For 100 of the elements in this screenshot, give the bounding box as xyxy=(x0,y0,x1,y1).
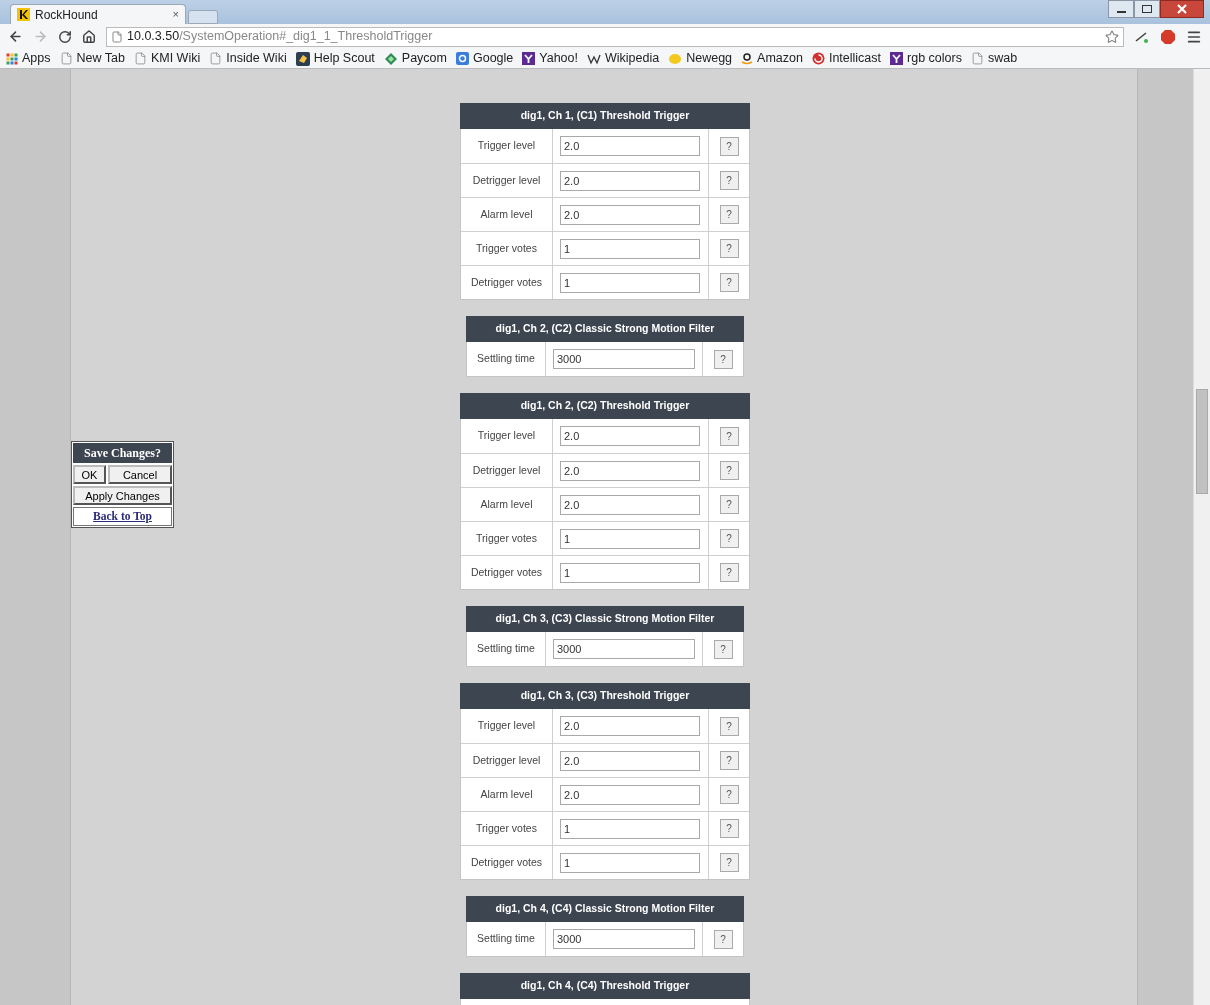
k-logo-icon xyxy=(17,8,30,21)
section-header: dig1, Ch 2, (C2) Classic Strong Motion Filter xyxy=(466,316,744,342)
field-label: Trigger votes xyxy=(476,240,537,256)
page-icon xyxy=(133,52,147,65)
section-header: dig1, Ch 4, (C4) Classic Strong Motion Filter xyxy=(466,896,744,922)
field-label: Trigger votes xyxy=(476,530,537,546)
bookmark[interactable]: Intellicast xyxy=(811,49,882,68)
help-button[interactable]: ? xyxy=(719,461,739,480)
field-label: Trigger votes xyxy=(476,820,537,836)
reload-icon[interactable] xyxy=(58,29,72,44)
bookmark[interactable]: Wikipedia xyxy=(587,49,660,68)
square-icon xyxy=(456,52,469,65)
field-label: Settling time xyxy=(477,931,535,947)
back-icon[interactable] xyxy=(8,29,23,44)
value-field[interactable]: 2.0 xyxy=(560,716,700,736)
browser-tab[interactable]: RockHound × xyxy=(10,4,186,24)
value-field[interactable]: 2.0 xyxy=(560,426,700,446)
section-header: dig1, Ch 3, (C3) Classic Strong Motion Filter xyxy=(466,606,744,632)
save-panel-title: Save Changes? xyxy=(73,443,172,463)
value-field[interactable]: 3000 xyxy=(553,639,695,659)
close-button[interactable] xyxy=(1160,0,1204,18)
scrollbar-thumb[interactable] xyxy=(1196,389,1208,494)
apply-changes-button[interactable]: Apply Changes xyxy=(73,486,172,505)
field-label: Detrigger votes xyxy=(470,564,543,580)
value-field[interactable]: 3000 xyxy=(553,349,695,369)
y-logo-icon xyxy=(522,52,536,65)
maximize-button[interactable] xyxy=(1134,0,1160,18)
help-button[interactable]: ? xyxy=(719,136,739,156)
address-bar[interactable]: 10.0.3.50/SystemOperation#_dig1_1_ThresholdTrigger xyxy=(106,26,1124,47)
page-icon xyxy=(209,52,223,65)
close-icon xyxy=(1177,4,1187,14)
help-button[interactable]: ? xyxy=(719,205,739,224)
section-header: dig1, Ch 3, (C3) Threshold Trigger xyxy=(460,683,750,709)
value-field[interactable]: 2.0 xyxy=(560,460,700,481)
bookmark[interactable]: Newegg xyxy=(668,49,733,68)
bookmark[interactable]: Apps xyxy=(6,49,51,68)
star-icon[interactable] xyxy=(1105,29,1119,44)
bookmark[interactable]: swab xyxy=(970,49,1018,68)
bookmark[interactable]: New Tab xyxy=(59,49,125,68)
tab-close[interactable]: × xyxy=(172,6,179,23)
wand-icon[interactable] xyxy=(1134,29,1150,44)
field-label: Alarm level xyxy=(480,496,533,512)
page-icon xyxy=(970,52,984,65)
help-button[interactable]: ? xyxy=(719,426,739,446)
bookmark[interactable]: Google xyxy=(456,49,514,68)
help-button[interactable]: ? xyxy=(719,529,739,548)
cancel-button[interactable]: Cancel xyxy=(108,465,172,484)
grid-icon xyxy=(6,52,18,65)
value-field[interactable]: 2.0 xyxy=(560,494,700,515)
field-label: Trigger level xyxy=(477,428,536,444)
page-icon xyxy=(59,52,73,65)
field-label: Alarm level xyxy=(480,206,533,222)
help-button[interactable]: ? xyxy=(719,716,739,736)
field-label: Detrigger votes xyxy=(470,274,543,290)
help-button[interactable]: ? xyxy=(713,639,733,659)
help-button[interactable]: ? xyxy=(719,273,739,292)
field-label: Trigger level xyxy=(477,718,536,734)
minimize-button[interactable] xyxy=(1108,0,1134,18)
help-button[interactable]: ? xyxy=(713,349,733,369)
value-field[interactable]: 2.0 xyxy=(560,784,700,805)
value-field[interactable]: 1 xyxy=(560,528,700,549)
section-header: dig1, Ch 2, (C2) Threshold Trigger xyxy=(460,393,750,419)
help-button[interactable]: ? xyxy=(719,853,739,872)
section-header: dig1, Ch 1, (C1) Threshold Trigger xyxy=(460,103,750,129)
bookmark[interactable]: Amazon xyxy=(741,49,803,68)
value-field[interactable]: 3000 xyxy=(553,929,695,949)
help-button[interactable]: ? xyxy=(719,563,739,582)
stop-sign-icon[interactable] xyxy=(1160,28,1176,45)
value-field[interactable]: 1 xyxy=(560,818,700,839)
help-button[interactable]: ? xyxy=(719,819,739,838)
value-field[interactable]: 1 xyxy=(560,852,700,873)
help-button[interactable]: ? xyxy=(719,171,739,190)
smile-icon xyxy=(741,52,754,65)
bookmark[interactable]: Paycom xyxy=(383,49,447,68)
help-button[interactable]: ? xyxy=(713,929,733,949)
value-field[interactable]: 2.0 xyxy=(560,750,700,771)
bookmark[interactable]: Yahoo! xyxy=(522,49,578,68)
value-field[interactable]: 2.0 xyxy=(560,136,700,156)
help-button[interactable]: ? xyxy=(719,239,739,258)
diamond-icon xyxy=(383,51,398,66)
url-text: 10.0.3.50/SystemOperation#_dig1_1_ThresholdTrigger xyxy=(127,28,433,46)
bookmark[interactable]: KMI Wiki xyxy=(133,49,201,68)
bookmark[interactable]: Help Scout xyxy=(295,49,375,68)
value-field[interactable]: 1 xyxy=(560,238,700,259)
home-icon[interactable] xyxy=(82,29,96,44)
field-label: Trigger level xyxy=(477,138,536,154)
value-field[interactable]: 2.0 xyxy=(560,204,700,225)
value-field[interactable]: 1 xyxy=(560,562,700,583)
value-field[interactable]: 1 xyxy=(560,272,700,293)
back-to-top-link[interactable]: Back to Top xyxy=(73,507,172,526)
help-button[interactable]: ? xyxy=(719,495,739,514)
value-field[interactable]: 2.0 xyxy=(560,170,700,191)
ok-button[interactable]: OK xyxy=(73,465,106,484)
bookmark[interactable]: rgb colors xyxy=(890,49,962,68)
swirl-icon xyxy=(811,52,825,65)
field-label: Settling time xyxy=(477,641,535,657)
bookmark[interactable]: Inside Wiki xyxy=(209,49,287,68)
help-button[interactable]: ? xyxy=(719,751,739,770)
help-button[interactable]: ? xyxy=(719,785,739,804)
page-icon xyxy=(111,30,123,43)
